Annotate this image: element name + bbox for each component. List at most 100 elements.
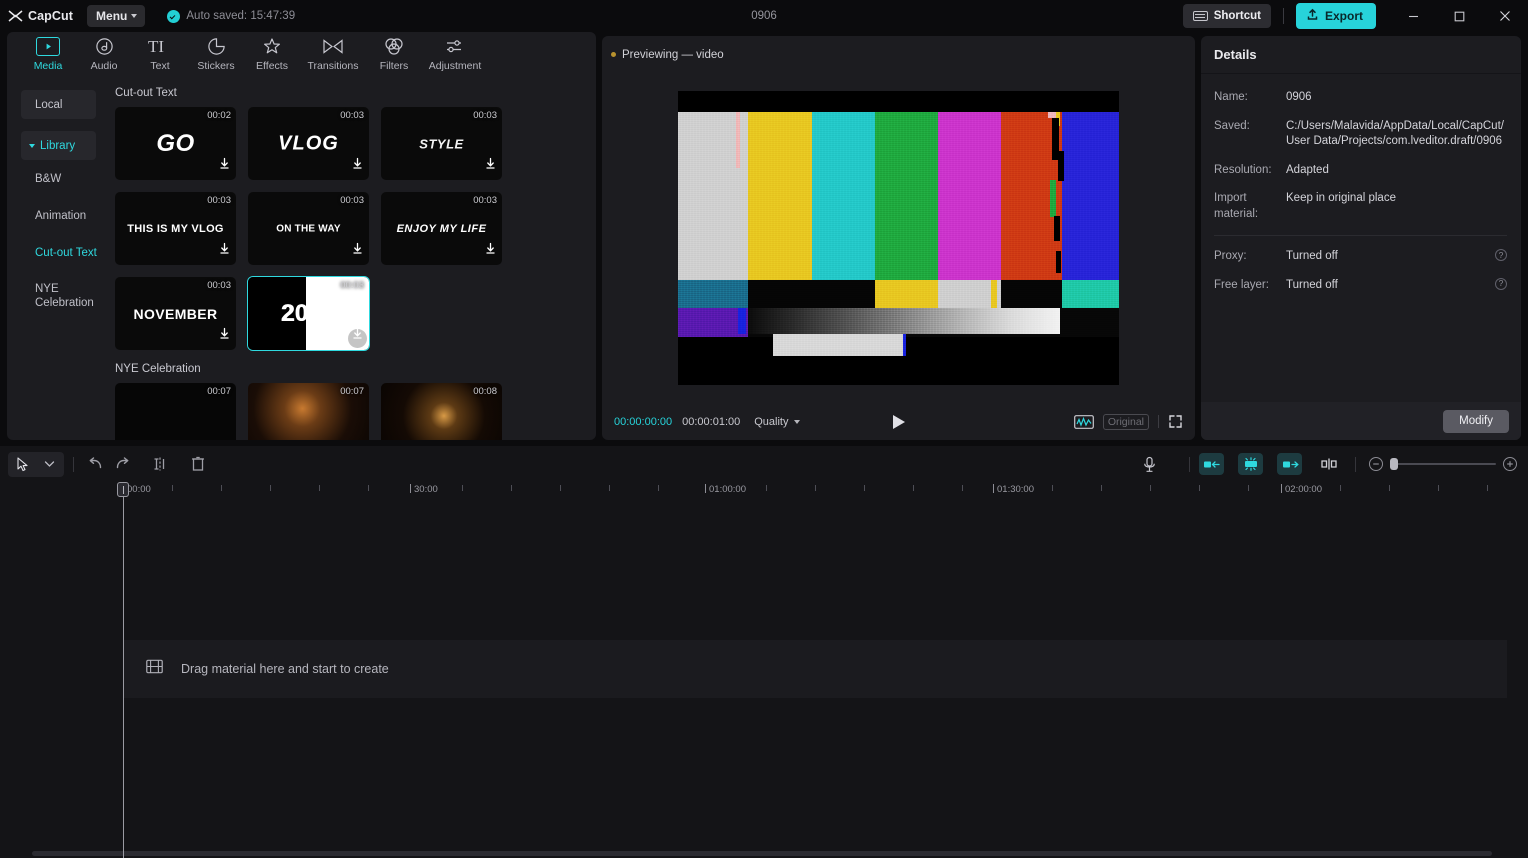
tab-stickers-label: Stickers — [197, 60, 234, 72]
list-item[interactable]: STYLE 00:03 — [381, 107, 502, 180]
fullscreen-icon[interactable] — [1168, 414, 1183, 429]
crop-right-button[interactable] — [1277, 453, 1302, 475]
detail-label: Resolution: — [1214, 163, 1286, 179]
capcut-logo-icon — [8, 9, 23, 23]
keyboard-icon — [1193, 11, 1208, 21]
details-body: Name: 0906 Saved: C:/Users/Malavida/AppD… — [1201, 74, 1521, 293]
timeline-scrollbar[interactable] — [32, 851, 1492, 856]
freeze-button[interactable] — [1316, 452, 1342, 476]
redo-button[interactable] — [109, 452, 135, 476]
sidebar-item-local[interactable]: Local — [21, 90, 96, 119]
tab-media[interactable]: Media — [20, 32, 76, 72]
sidebar-item-library[interactable]: Library — [21, 131, 96, 160]
tab-effects[interactable]: Effects — [244, 32, 300, 72]
thumbnail-duration: 00:03 — [473, 110, 497, 121]
download-icon[interactable] — [351, 327, 364, 345]
timeline-ruler[interactable]: 00:00 30:00 01:00:00 01:30:00 02:00:00 — [0, 482, 1528, 502]
sidebar-item-cutout-text[interactable]: Cut-out Text — [35, 246, 110, 270]
undo-button[interactable] — [83, 452, 109, 476]
quality-dropdown[interactable]: Quality — [754, 416, 799, 428]
tab-text-label: Text — [150, 60, 169, 72]
sidebar-item-nye-celebration[interactable]: NYE Celebration — [35, 283, 93, 307]
tab-text[interactable]: TI Text — [132, 32, 188, 72]
play-button[interactable] — [887, 410, 911, 434]
library-nav: Local Library B&W Animation Cut-out Text… — [7, 77, 110, 440]
detail-value: Turned off — [1286, 278, 1495, 294]
section-title-cutout-text: Cut-out Text — [115, 87, 596, 99]
shortcut-button[interactable]: Shortcut — [1183, 4, 1271, 28]
download-icon[interactable] — [218, 157, 231, 175]
list-item[interactable]: 2020 2020 00:03 — [248, 277, 369, 350]
drop-material-label: Drag material here and start to create — [181, 662, 389, 676]
thumbnail-duration: 00:03 — [207, 195, 231, 206]
list-item[interactable]: ON THE WAY 00:03 — [248, 192, 369, 265]
section-title-nye-celebration: NYE Celebration — [115, 363, 596, 375]
record-voiceover-button[interactable] — [1136, 452, 1162, 476]
maximize-button[interactable] — [1436, 0, 1482, 32]
glitch-edge-sliver — [736, 112, 740, 168]
ruler-label: 01:00:00 — [709, 484, 746, 495]
download-icon[interactable] — [218, 327, 231, 345]
sidebar-item-cutout-text-label: Cut-out Text — [35, 247, 97, 259]
tab-transitions[interactable]: Transitions — [300, 32, 366, 72]
timeline-body[interactable]: Drag material here and start to create — [0, 502, 1528, 858]
download-icon[interactable] — [218, 242, 231, 260]
download-icon[interactable] — [351, 242, 364, 260]
list-item[interactable]: GO 00:02 — [115, 107, 236, 180]
tab-filters-label: Filters — [380, 60, 409, 72]
menu-button[interactable]: Menu — [87, 5, 145, 27]
split-button[interactable] — [147, 452, 173, 476]
tab-stickers[interactable]: Stickers — [188, 32, 244, 72]
crop-left-button[interactable] — [1199, 453, 1224, 475]
title-bar: CapCut Menu Auto saved: 15:47:39 0906 Sh… — [0, 0, 1528, 32]
thumbnail-title: STYLE — [381, 136, 502, 151]
total-timecode: 00:00:01:00 — [682, 416, 740, 428]
timeline-zoom-slider[interactable] — [1369, 457, 1517, 471]
select-tool[interactable] — [10, 452, 36, 476]
divider — [1355, 457, 1356, 472]
zoom-thumb[interactable] — [1390, 458, 1398, 470]
export-button[interactable]: Export — [1296, 3, 1376, 29]
tab-audio[interactable]: Audio — [76, 32, 132, 72]
tab-adjustment[interactable]: Adjustment — [422, 32, 488, 72]
help-icon[interactable]: ? — [1495, 278, 1507, 290]
media-icon — [36, 36, 60, 57]
detail-label: Import material: — [1214, 191, 1286, 222]
scope-icon[interactable] — [1074, 415, 1094, 429]
download-icon[interactable] — [484, 242, 497, 260]
delete-button[interactable] — [185, 452, 211, 476]
tab-filters[interactable]: Filters — [366, 32, 422, 72]
detail-value: Adapted — [1286, 163, 1507, 179]
stickers-icon — [207, 36, 226, 57]
original-badge[interactable]: Original — [1103, 414, 1149, 430]
list-item[interactable]: 00:08 — [381, 383, 502, 440]
mirror-button[interactable] — [1238, 453, 1263, 475]
minimize-button[interactable] — [1390, 0, 1436, 32]
zoom-in-icon[interactable] — [1503, 457, 1517, 471]
list-item[interactable]: ENJOY MY LIFE 00:03 — [381, 192, 502, 265]
download-icon[interactable] — [351, 157, 364, 175]
list-item[interactable]: 00:07 — [248, 383, 369, 440]
playhead[interactable] — [123, 482, 124, 858]
modify-button[interactable]: Modify — [1443, 410, 1509, 433]
sidebar-item-bw[interactable]: B&W — [35, 172, 110, 196]
thumbnail-title: ON THE WAY — [248, 223, 369, 234]
zoom-track[interactable] — [1390, 463, 1496, 465]
detail-label: Name: — [1214, 90, 1286, 106]
list-item[interactable]: THIS IS MY VLOG 00:03 — [115, 192, 236, 265]
select-dropdown[interactable] — [36, 452, 62, 476]
detail-row-free-layer: Free layer: Turned off ? — [1214, 278, 1507, 294]
playhead-handle[interactable] — [117, 482, 129, 497]
help-icon[interactable]: ? — [1495, 249, 1507, 261]
download-icon[interactable] — [484, 157, 497, 175]
video-canvas[interactable] — [678, 91, 1119, 385]
drop-material-track[interactable]: Drag material here and start to create — [124, 640, 1507, 698]
zoom-out-icon[interactable] — [1369, 457, 1383, 471]
tab-adjustment-label: Adjustment — [429, 60, 482, 72]
sidebar-item-animation[interactable]: Animation — [35, 209, 110, 233]
list-item[interactable]: 00:07 — [115, 383, 236, 440]
divider — [1283, 8, 1284, 24]
close-button[interactable] — [1482, 0, 1528, 32]
list-item[interactable]: VLOG 00:03 — [248, 107, 369, 180]
list-item[interactable]: NOVEMBER 00:03 — [115, 277, 236, 350]
